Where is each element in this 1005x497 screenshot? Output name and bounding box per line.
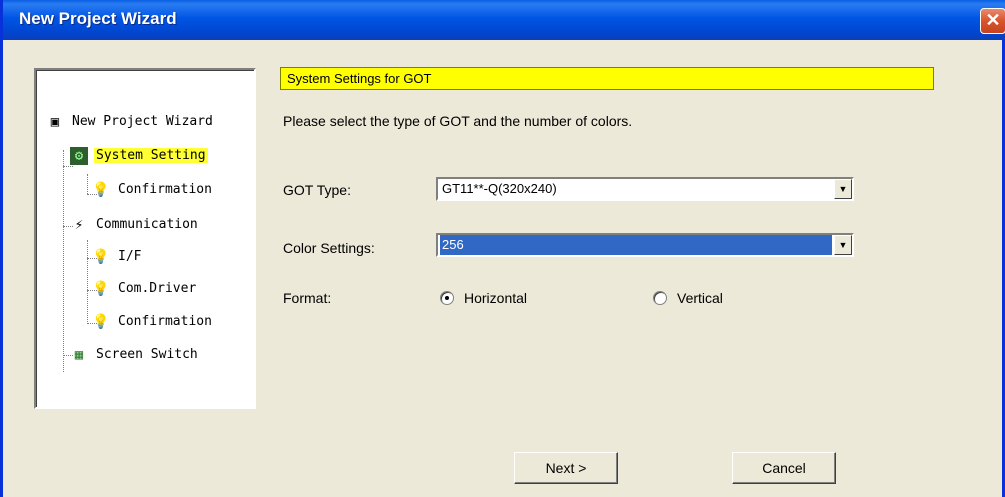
bulb-icon: 💡 (92, 280, 110, 297)
tree-item-screen-switch[interactable]: ▦ Screen Switch (70, 343, 200, 367)
format-vertical-radio[interactable]: Vertical (653, 290, 723, 306)
next-button[interactable]: Next > (514, 452, 618, 484)
close-button[interactable]: ✕ (980, 8, 1005, 34)
color-settings-select[interactable]: 256 ▼ (436, 233, 854, 257)
bulb-icon: 💡 (92, 248, 110, 265)
wizard-window: New Project Wizard ✕ ▣ New Project Wizard… (0, 0, 1005, 497)
tree-item-system-setting[interactable]: ⚙ System Setting (70, 144, 208, 168)
system-setting-icon: ⚙ (70, 146, 88, 165)
got-type-label: GOT Type: (283, 182, 351, 198)
color-settings-value: 256 (440, 235, 832, 255)
wizard-icon: ▣ (50, 113, 60, 130)
cancel-button[interactable]: Cancel (732, 452, 836, 484)
window-title: New Project Wizard (19, 9, 177, 28)
tree-item-confirmation[interactable]: 💡 Confirmation (92, 178, 214, 202)
tree-item-communication[interactable]: ⚡ Communication (70, 213, 200, 237)
screen-switch-icon: ▦ (74, 346, 84, 363)
communication-icon: ⚡ (74, 216, 84, 233)
section-header: System Settings for GOT (280, 67, 934, 90)
wizard-step-tree: ▣ New Project Wizard ⚙ System Setting 💡 Con… (34, 68, 256, 409)
format-label: Format: (283, 290, 332, 306)
format-horizontal-radio[interactable]: Horizontal (440, 290, 527, 306)
tree-item-confirmation-comm[interactable]: 💡 Confirmation (92, 310, 214, 334)
got-type-select[interactable]: GT11**-Q(320x240) ▼ (436, 177, 854, 201)
chevron-down-icon[interactable]: ▼ (834, 179, 852, 199)
instruction-text: Please select the type of GOT and the nu… (283, 113, 633, 129)
tree-item-new-project-wizard[interactable]: ▣ New Project Wizard (46, 110, 215, 134)
title-bar: New Project Wizard ✕ (3, 0, 1005, 40)
bulb-icon: 💡 (92, 181, 110, 198)
radio-dot (440, 291, 454, 305)
bulb-icon: 💡 (92, 313, 110, 330)
tree-item-com-driver[interactable]: 💡 Com.Driver (92, 277, 198, 301)
radio-dot (653, 291, 667, 305)
got-type-value: GT11**-Q(320x240) (442, 181, 557, 196)
chevron-down-icon[interactable]: ▼ (834, 235, 852, 255)
tree-item-if[interactable]: 💡 I/F (92, 245, 143, 269)
color-settings-label: Color Settings: (283, 240, 375, 256)
